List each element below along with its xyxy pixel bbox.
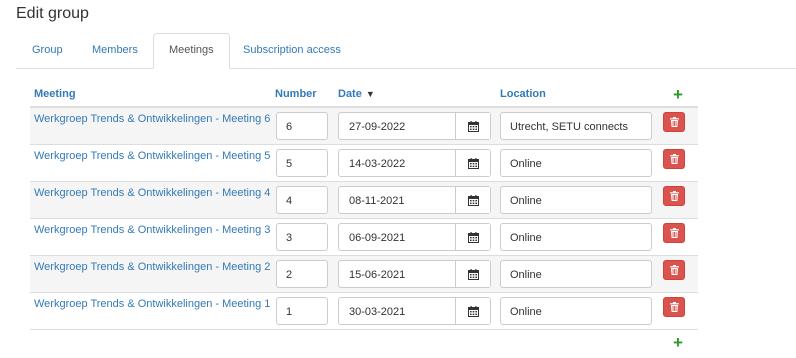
calendar-icon	[467, 157, 479, 169]
table-row: Werkgroep Trends & Ontwikkelingen - Meet…	[30, 256, 698, 293]
calendar-button[interactable]	[455, 187, 490, 213]
meeting-link[interactable]: Werkgroep Trends & Ontwikkelingen - Meet…	[34, 113, 270, 125]
calendar-button[interactable]	[455, 113, 490, 139]
number-input[interactable]: 4	[276, 186, 328, 214]
add-meeting-top-icon[interactable]: +	[673, 86, 683, 103]
tab-group[interactable]: Group	[16, 33, 79, 69]
calendar-icon	[467, 120, 479, 132]
number-input[interactable]: 2	[276, 260, 328, 288]
table-row: Werkgroep Trends & Ontwikkelingen - Meet…	[30, 293, 698, 330]
tab-subscription-access[interactable]: Subscription access	[227, 33, 357, 69]
calendar-button[interactable]	[455, 298, 490, 324]
meeting-link[interactable]: Werkgroep Trends & Ontwikkelingen - Meet…	[34, 261, 270, 273]
location-input[interactable]: Utrecht, SETU connects	[500, 112, 652, 140]
column-header-location[interactable]: Location	[500, 88, 546, 100]
meeting-link[interactable]: Werkgroep Trends & Ontwikkelingen - Meet…	[34, 224, 270, 236]
date-picker: 06-09-2021	[338, 223, 491, 251]
delete-meeting-button[interactable]	[663, 223, 685, 243]
location-input[interactable]: Online	[500, 297, 652, 325]
column-header-date[interactable]: Date	[338, 88, 362, 100]
date-input[interactable]: 30-03-2021	[349, 306, 405, 318]
table-row: Werkgroep Trends & Ontwikkelingen - Meet…	[30, 219, 698, 256]
number-input[interactable]: 3	[276, 223, 328, 251]
tab-meetings[interactable]: Meetings	[153, 33, 230, 69]
location-input[interactable]: Online	[500, 223, 652, 251]
delete-meeting-button[interactable]	[663, 297, 685, 317]
date-picker: 14-03-2022	[338, 149, 491, 177]
calendar-button[interactable]	[455, 261, 490, 287]
trash-icon	[669, 154, 679, 164]
table-row: Werkgroep Trends & Ontwikkelingen - Meet…	[30, 182, 698, 219]
date-picker: 30-03-2021	[338, 297, 491, 325]
trash-icon	[669, 228, 679, 238]
number-input[interactable]: 1	[276, 297, 328, 325]
calendar-button[interactable]	[455, 150, 490, 176]
number-input[interactable]: 6	[276, 112, 328, 140]
date-input[interactable]: 27-09-2022	[349, 121, 405, 133]
trash-icon	[669, 117, 679, 127]
number-input[interactable]: 5	[276, 149, 328, 177]
date-input[interactable]: 08-11-2021	[349, 195, 404, 207]
calendar-icon	[467, 268, 479, 280]
table-row: Werkgroep Trends & Ontwikkelingen - Meet…	[30, 145, 698, 182]
trash-icon	[669, 302, 679, 312]
meeting-link[interactable]: Werkgroep Trends & Ontwikkelingen - Meet…	[34, 150, 270, 162]
date-input[interactable]: 15-06-2021	[349, 269, 405, 281]
add-meeting-bottom-icon[interactable]: +	[673, 334, 683, 351]
date-picker: 08-11-2021	[338, 186, 491, 214]
column-header-number[interactable]: Number	[275, 88, 317, 100]
date-input[interactable]: 14-03-2022	[349, 158, 405, 170]
calendar-button[interactable]	[455, 224, 490, 250]
trash-icon	[669, 191, 679, 201]
delete-meeting-button[interactable]	[663, 112, 685, 132]
meeting-link[interactable]: Werkgroep Trends & Ontwikkelingen - Meet…	[34, 298, 270, 310]
table-header: Meeting Number Date ▼ Location +	[30, 86, 698, 108]
tab-members[interactable]: Members	[76, 33, 154, 69]
column-header-meeting[interactable]: Meeting	[34, 88, 76, 100]
calendar-icon	[467, 231, 479, 243]
table-row: Werkgroep Trends & Ontwikkelingen - Meet…	[30, 108, 698, 145]
meeting-link[interactable]: Werkgroep Trends & Ontwikkelingen - Meet…	[34, 187, 270, 199]
location-input[interactable]: Online	[500, 186, 652, 214]
date-picker: 15-06-2021	[338, 260, 491, 288]
location-input[interactable]: Online	[500, 260, 652, 288]
trash-icon	[669, 265, 679, 275]
date-picker: 27-09-2022	[338, 112, 491, 140]
delete-meeting-button[interactable]	[663, 186, 685, 206]
delete-meeting-button[interactable]	[663, 149, 685, 169]
calendar-icon	[467, 194, 479, 206]
tab-bar: Group Members Meetings Subscription acce…	[16, 33, 796, 69]
calendar-icon	[467, 305, 479, 317]
sort-descending-icon: ▼	[365, 89, 375, 99]
location-input[interactable]: Online	[500, 149, 652, 177]
delete-meeting-button[interactable]	[663, 260, 685, 280]
date-input[interactable]: 06-09-2021	[349, 232, 405, 244]
page-title: Edit group	[16, 5, 89, 22]
column-header-date-wrap[interactable]: Date ▼	[338, 88, 375, 100]
